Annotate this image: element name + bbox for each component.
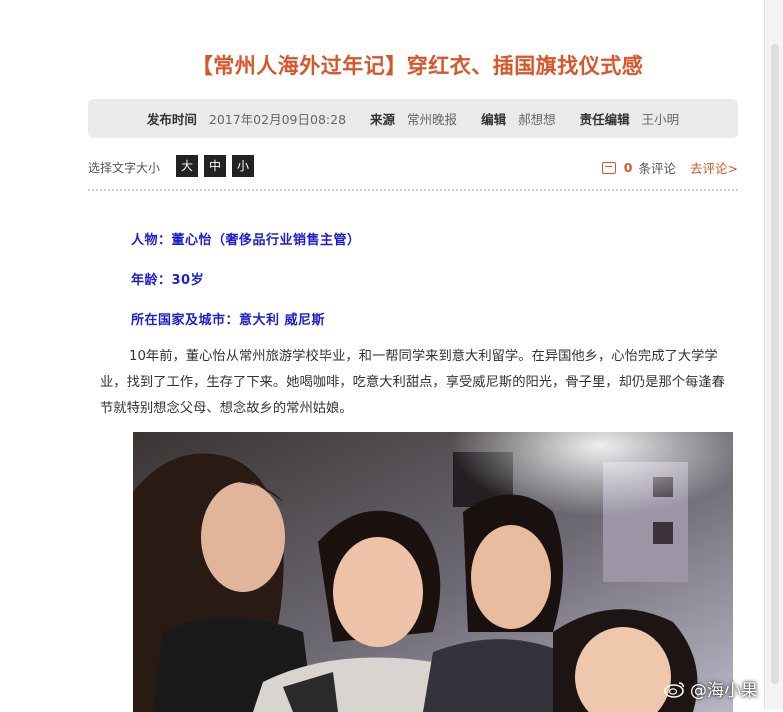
page-scrollbar[interactable] — [764, 0, 783, 709]
editor-value: 郝想想 — [518, 112, 556, 127]
selfie-photo — [133, 432, 733, 712]
comments-info: 0 条评论 去评论> — [601, 158, 738, 177]
comment-count-suffix: 条评论 — [638, 161, 677, 176]
chief-editor-value: 王小明 — [641, 112, 680, 127]
comment-count: 0 — [623, 160, 633, 175]
article-photo — [133, 432, 733, 712]
publish-time-value: 2017年02月09日08:28 — [208, 112, 347, 127]
article-page: 【常州人海外过年记】穿红衣、插国旗找仪式感 发布时间 2017年02月09日08… — [0, 0, 765, 712]
article-title: 【常州人海外过年记】穿红衣、插国旗找仪式感 — [191, 54, 644, 78]
source-label: 来源 — [370, 112, 396, 127]
font-size-small-button[interactable]: 小 — [232, 155, 254, 177]
go-comment-link[interactable]: 去评论> — [690, 158, 738, 177]
watermark-text: @海小果 — [690, 681, 758, 701]
scrollbar-thumb[interactable] — [771, 44, 779, 684]
divider — [88, 189, 738, 191]
editor-label: 编辑 — [481, 112, 507, 127]
article-body-paragraph: 10年前，董心怡从常州旅游学校毕业，和一帮同学来到意大利留学。在异国他乡，心怡完… — [100, 349, 725, 416]
font-size-large-button[interactable]: 大 — [176, 155, 198, 177]
comment-icon — [601, 161, 616, 174]
profile-person: 人物：董心怡（奢侈品行业销售主管） — [131, 233, 361, 248]
profile-location: 所在国家及城市：意大利 威尼斯 — [131, 313, 326, 328]
chief-editor-label: 责任编辑 — [579, 112, 630, 127]
weibo-watermark: @海小果 — [664, 676, 758, 701]
font-size-label: 选择文字大小 — [88, 161, 161, 175]
publish-time-label: 发布时间 — [146, 112, 197, 127]
article-meta-bar: 发布时间 2017年02月09日08:28 来源 常州晚报 编辑 郝想想 责任编… — [88, 99, 738, 138]
source-value: 常州晚报 — [407, 112, 458, 127]
weibo-icon — [664, 681, 685, 698]
article-toolbar: 选择文字大小 大 中 小 0 条评论 去评论> — [88, 153, 738, 181]
font-size-medium-button[interactable]: 中 — [204, 155, 226, 177]
profile-age: 年龄：30岁 — [131, 273, 205, 288]
